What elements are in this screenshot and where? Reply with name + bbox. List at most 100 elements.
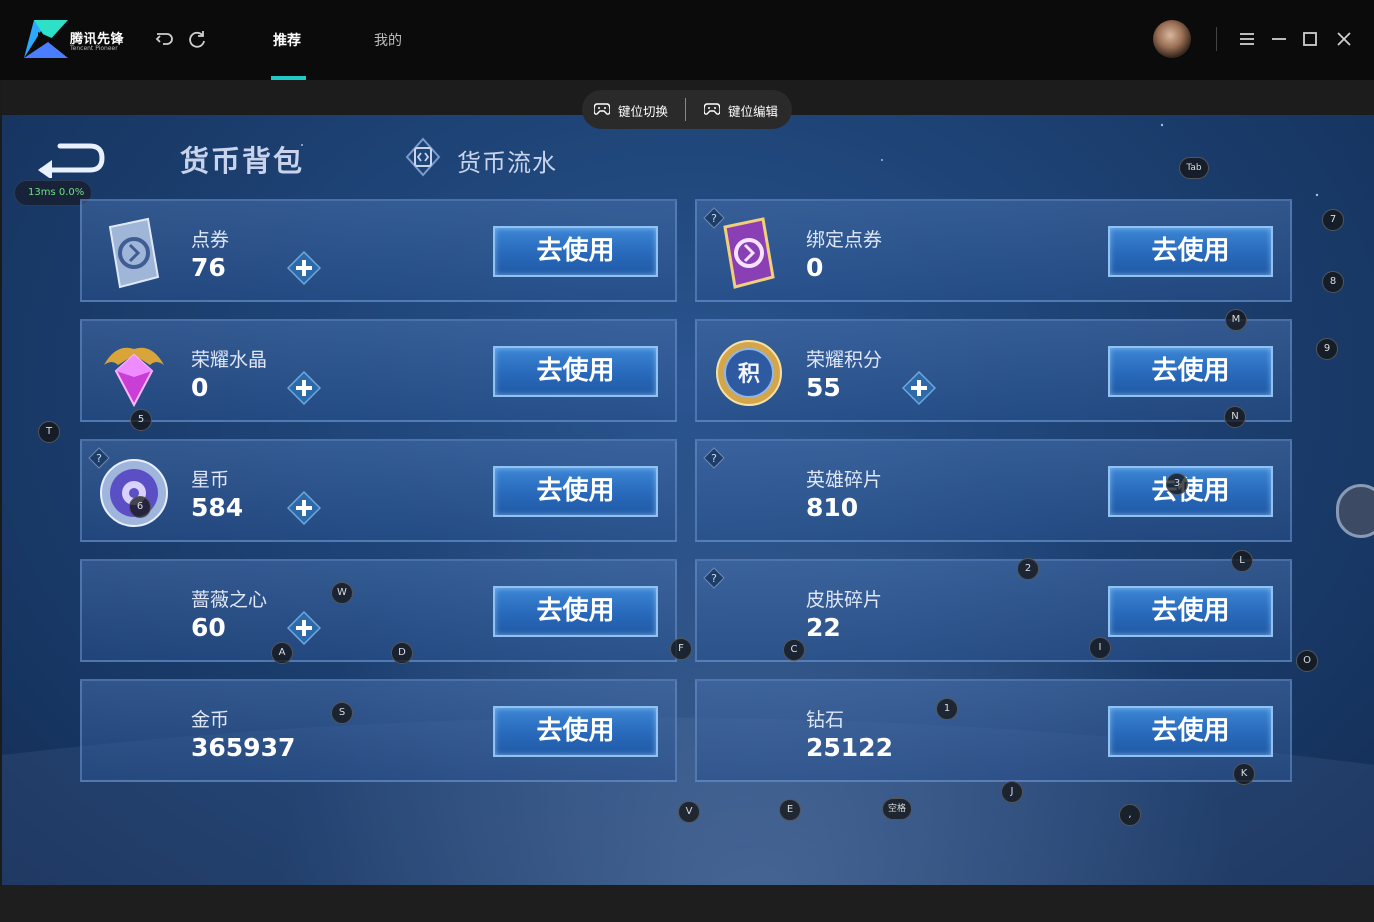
currency-card: ? 英雄碎片 810 去使用 [695,439,1292,542]
maximize-icon[interactable] [1299,28,1321,50]
key-switch-button[interactable]: 键位切换 [618,101,668,120]
key-marker[interactable]: 2 [1017,558,1039,580]
back-icon[interactable] [154,28,176,50]
avatar[interactable] [1153,20,1191,58]
minimize-icon[interactable] [1268,28,1290,50]
key-marker[interactable]: J [1001,781,1023,803]
currency-card: 蔷薇之心 60 去使用 [80,559,677,662]
refresh-icon[interactable] [186,28,208,50]
currency-value: 810 [806,493,859,522]
key-marker[interactable]: I [1089,637,1111,659]
key-marker[interactable]: T [38,421,60,443]
currency-name: 钻石 [806,709,845,731]
bound-ticket-card-icon [723,217,775,289]
use-button[interactable]: 去使用 [1108,586,1273,637]
gamepad-icon [704,103,720,115]
key-marker[interactable]: 5 [130,409,152,431]
key-marker[interactable]: 6 [129,496,151,518]
tab-recommend[interactable]: 推荐 [273,30,301,50]
star-coin-icon [100,459,168,527]
key-marker[interactable]: F [670,638,692,660]
currency-value: 0 [191,373,209,402]
key-marker[interactable]: M [1225,309,1247,331]
key-marker[interactable]: 8 [1322,271,1344,293]
glory-crystal-icon [104,347,164,408]
use-button[interactable]: 去使用 [1108,226,1273,277]
currency-flow-icon [405,137,441,177]
key-marker[interactable]: W [331,582,353,604]
currency-value: 55 [806,373,841,402]
plus-icon[interactable] [287,491,321,525]
bottom-bar [0,885,1374,922]
key-marker[interactable]: , [1119,804,1141,826]
currency-card: 金币 365937 去使用 [80,679,677,782]
svg-text:?: ? [711,572,717,585]
key-mapping-bar: 键位切换 键位编辑 [582,90,792,129]
use-button[interactable]: 去使用 [1108,346,1273,397]
back-arrow-icon[interactable] [36,138,108,178]
use-button[interactable]: 去使用 [1108,466,1273,517]
key-marker[interactable]: 7 [1322,209,1344,231]
currency-value: 584 [191,493,244,522]
currency-card: 荣耀水晶 0 去使用 [80,319,677,422]
key-marker[interactable]: K [1233,763,1255,785]
gamepad-icon [594,103,610,115]
svg-text:积: 积 [738,362,760,387]
use-button[interactable]: 去使用 [493,586,658,637]
glory-points-icon: 积 [716,340,782,406]
close-icon[interactable] [1333,28,1355,50]
key-marker[interactable]: 9 [1316,338,1338,360]
currency-value: 0 [806,253,824,282]
tencent-pioneer-logo-icon [24,20,68,58]
currency-value: 76 [191,253,226,282]
key-marker[interactable]: 1 [936,698,958,720]
currency-card: 积 荣耀积分 55 去使用 [695,319,1292,422]
help-icon[interactable]: ? [703,567,725,589]
side-drawer-handle[interactable] [1336,484,1374,538]
key-edit-button[interactable]: 键位编辑 [728,101,778,120]
key-marker[interactable]: S [331,702,353,724]
currency-card: 钻石 25122 去使用 [695,679,1292,782]
svg-text:?: ? [711,452,717,465]
key-marker[interactable]: 空格 [882,798,912,820]
currency-value: 22 [806,613,841,642]
key-marker[interactable]: N [1224,406,1246,428]
currency-name: 荣耀水晶 [191,349,268,371]
plus-icon[interactable] [287,251,321,285]
key-marker[interactable]: Tab [1179,157,1209,179]
tab-mine[interactable]: 我的 [374,30,402,50]
currency-card: ? 星币 584 去使用 [80,439,677,542]
key-marker[interactable]: A [271,642,293,664]
key-marker[interactable]: E [779,799,801,821]
menu-icon[interactable] [1236,28,1258,50]
currency-value: 60 [191,613,226,642]
key-marker[interactable]: V [678,801,700,823]
title-bar: 腾讯先锋 Tencent Pioneer 推荐 我的 [0,0,1374,80]
currency-name: 皮肤碎片 [806,589,883,611]
key-marker[interactable]: L [1231,550,1253,572]
currency-name: 点券 [191,229,230,251]
tab-currency-flow[interactable]: 货币流水 [457,143,557,178]
tab-currency-backpack[interactable]: 货币背包 [180,138,304,180]
keybar-separator [685,98,686,121]
use-button[interactable]: 去使用 [493,226,658,277]
currency-card: 点券 76 去使用 [80,199,677,302]
use-button[interactable]: 去使用 [493,706,658,757]
key-marker[interactable]: D [391,642,413,664]
logo-subtext: Tencent Pioneer [70,45,118,52]
use-button[interactable]: 去使用 [493,466,658,517]
plus-icon[interactable] [287,371,321,405]
help-icon[interactable]: ? [703,447,725,469]
currency-name: 蔷薇之心 [191,589,268,611]
plus-icon[interactable] [287,611,321,645]
use-button[interactable]: 去使用 [493,346,658,397]
plus-icon[interactable] [902,371,936,405]
currency-value: 365937 [191,733,296,762]
title-separator [1216,27,1217,51]
key-marker[interactable]: 3 [1166,473,1188,495]
currency-name: 绑定点券 [806,229,883,251]
key-marker[interactable]: O [1296,650,1318,672]
currency-value: 25122 [806,733,893,762]
use-button[interactable]: 去使用 [1108,706,1273,757]
key-marker[interactable]: C [783,639,805,661]
